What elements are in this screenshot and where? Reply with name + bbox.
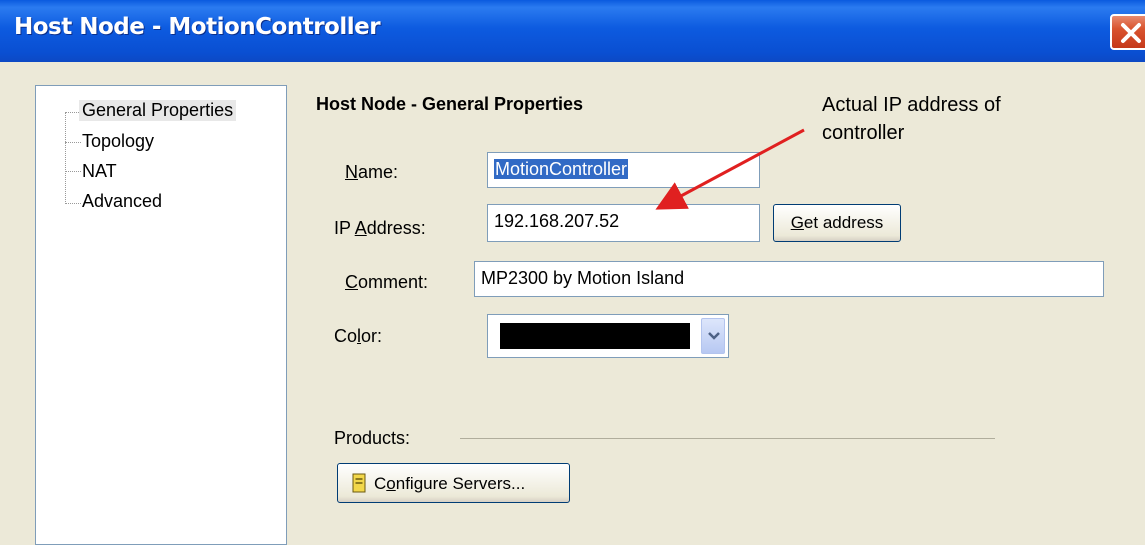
panel-title: Host Node - General Properties <box>316 94 584 114</box>
server-icon <box>352 473 366 493</box>
tree-item-advanced[interactable]: Advanced <box>82 191 162 212</box>
configure-servers-button[interactable]: Configure Servers... <box>337 463 570 503</box>
comment-value: MP2300 by Motion Island <box>481 268 685 288</box>
tree-item-general-properties[interactable]: General Properties <box>79 100 237 121</box>
name-value: MotionController <box>494 159 629 179</box>
navigation-tree: General Properties Topology NAT Advanced <box>35 85 287 545</box>
tree-item-nat[interactable]: NAT <box>82 161 117 182</box>
window-title: Host Node - MotionController <box>14 14 381 40</box>
title-bar[interactable]: Host Node - MotionController <box>0 0 1145 62</box>
comment-input[interactable]: MP2300 by Motion Island <box>474 261 1104 297</box>
tree-item-topology[interactable]: Topology <box>82 131 154 152</box>
close-icon <box>1121 23 1141 43</box>
annotation-arrow <box>655 128 805 210</box>
ip-address-value: 192.168.207.52 <box>494 211 620 231</box>
annotation-text: Actual IP address of controller <box>822 94 1001 144</box>
comment-label: Comment: <box>345 272 429 292</box>
color-select[interactable] <box>487 314 729 358</box>
color-swatch <box>500 323 690 349</box>
products-separator <box>460 438 995 439</box>
ip-address-label: IP Address: <box>334 218 426 238</box>
products-label: Products: <box>334 428 411 448</box>
color-dropdown-button[interactable] <box>701 318 725 354</box>
color-label: Color: <box>334 326 383 346</box>
name-label: Name: <box>345 162 399 182</box>
close-button[interactable] <box>1110 14 1145 50</box>
chevron-down-icon <box>708 332 720 340</box>
